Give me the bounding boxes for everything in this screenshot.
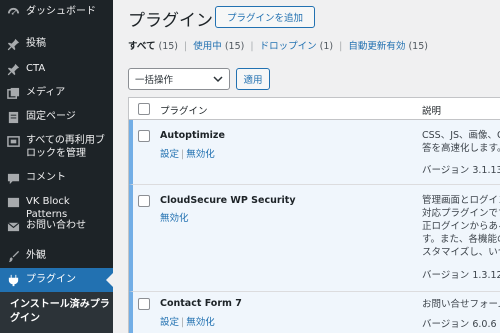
description-line: 対応プラグインです — [422, 208, 500, 219]
filter-all-count: (15) — [158, 41, 179, 52]
description-line: お問い合せフォーム — [422, 299, 500, 310]
reusable-block-icon — [6, 134, 20, 148]
sidebar-item-vk-block-patterns[interactable]: VK Block Patterns — [0, 195, 113, 220]
bulk-action-select[interactable]: 一括操作 — [128, 68, 230, 90]
filter-dropin-count: (1) — [319, 41, 334, 52]
column-header-plugin: プラグイン — [160, 106, 208, 117]
description-line: CSS、JS、画像、Go — [422, 130, 500, 141]
sidebar-item-label: 固定ページ — [26, 111, 76, 122]
table-row: Contact Form 7 設定 | 無効化 お問い合せフォーム バージョン 6.… — [129, 292, 500, 333]
add-plugin-button[interactable]: プラグインを追加 — [215, 6, 315, 28]
sidebar-item-label: メディア — [26, 87, 66, 98]
row-actions: 無効化 — [160, 210, 189, 224]
select-all-checkbox[interactable] — [138, 103, 150, 115]
sidebar-item-plugins[interactable]: プラグイン — [0, 268, 113, 292]
description-line: 正ログインからある — [422, 221, 500, 232]
bulk-action-value: 一括操作 — [135, 75, 174, 86]
filter-all[interactable]: すべて — [128, 41, 155, 52]
sidebar-item-label: CTA — [26, 63, 46, 74]
sidebar-item-dashboard[interactable]: ダッシュボード — [0, 5, 113, 19]
pushpin-icon — [6, 37, 20, 51]
plugin-status-filters: すべて (15) | 使用中 (15) | ドロップイン (1) | 自動更新有… — [128, 38, 428, 52]
main-content: プラグイン プラグインを追加 すべて (15) | 使用中 (15) | ドロッ… — [113, 0, 500, 333]
plugins-table: プラグイン 説明 Autoptimize 設定|無効化 CSS、JS、画像、Go… — [128, 97, 500, 333]
settings-link[interactable]: 設定 — [160, 317, 179, 328]
filter-autoupdate-count: (15) — [408, 41, 428, 52]
table-header: プラグイン 説明 — [129, 98, 500, 120]
apply-button[interactable]: 適用 — [236, 68, 270, 90]
sidebar-item-label: 外観 — [26, 250, 46, 261]
description-line: す。また、各機能の — [422, 234, 500, 245]
filter-autoupdate[interactable]: 自動更新有効 — [348, 41, 405, 52]
column-header-description: 説明 — [422, 106, 442, 117]
plugin-description: CSS、JS、画像、Go 答を高速化します。 — [422, 129, 500, 155]
filter-separator: | — [339, 41, 343, 52]
media-icon — [6, 86, 20, 100]
sidebar-item-label: ダッシュボード — [26, 6, 96, 17]
table-row: CloudSecure WP Security 無効化 管理画面とログイン 対応… — [129, 185, 500, 292]
description-line: 管理画面とログイン — [422, 195, 500, 206]
comment-icon — [6, 171, 20, 185]
sidebar-item-pages[interactable]: 固定ページ — [0, 110, 113, 124]
admin-sidebar: ダッシュボード 投稿 CTA メディア 固定ページ すべての再利用ブロックを管理 — [0, 0, 113, 333]
filter-separator: | — [184, 41, 188, 52]
deactivate-link[interactable]: 無効化 — [186, 149, 215, 160]
plugin-description: お問い合せフォーム — [422, 298, 500, 311]
table-row: Autoptimize 設定|無効化 CSS、JS、画像、Go 答を高速化します… — [129, 120, 500, 185]
sidebar-item-appearance[interactable]: 外観 — [0, 249, 113, 263]
plugin-name: Autoptimize — [160, 130, 225, 141]
deactivate-link[interactable]: 無効化 — [160, 213, 189, 224]
block-patterns-icon — [6, 195, 20, 209]
plugin-name: CloudSecure WP Security — [160, 195, 296, 206]
plugin-description: 管理画面とログイン 対応プラグインです 正ログインからある す。また、各機能の … — [422, 194, 500, 259]
pushpin-icon — [6, 62, 20, 76]
plugin-version: バージョン 3.1.13 | — [422, 165, 500, 176]
action-separator: | — [181, 149, 185, 160]
sidebar-item-media[interactable]: メディア — [0, 86, 113, 100]
plugins-submenu: インストール済みプラグイン — [0, 292, 113, 333]
brush-icon — [6, 249, 20, 263]
filter-active-count: (15) — [224, 41, 245, 52]
deactivate-link[interactable]: 無効化 — [186, 317, 215, 328]
sidebar-item-label: すべての再利用ブロックを管理 — [26, 135, 105, 159]
sidebar-item-label: コメント — [26, 172, 66, 183]
plugin-version: バージョン 1.3.12 | — [422, 270, 500, 281]
sidebar-item-label: お問い合わせ — [26, 220, 86, 231]
mail-icon — [6, 219, 20, 233]
description-line: 答を高速化します。 — [422, 143, 500, 154]
page-icon — [6, 110, 20, 124]
chevron-down-icon — [213, 76, 223, 83]
submenu-item-installed-plugins[interactable]: インストール済みプラグイン — [10, 298, 110, 326]
row-actions: 設定 | 無効化 — [160, 146, 215, 160]
page-title: プラグイン — [128, 11, 213, 31]
row-checkbox[interactable] — [138, 298, 150, 310]
row-checkbox[interactable] — [138, 130, 150, 142]
dashboard-icon — [6, 5, 20, 19]
filter-dropin[interactable]: ドロップイン — [260, 41, 317, 52]
active-menu-arrow — [106, 273, 113, 287]
row-checkbox[interactable] — [138, 195, 150, 207]
sidebar-item-label: プラグイン — [26, 274, 76, 285]
sidebar-item-label: VK Block Patterns — [26, 196, 70, 220]
sidebar-item-reusable-blocks[interactable]: すべての再利用ブロックを管理 — [0, 134, 113, 162]
plugin-version: バージョン 6.0.6 | — [422, 319, 500, 330]
sidebar-item-posts[interactable]: 投稿 — [0, 37, 113, 51]
sidebar-item-cta[interactable]: CTA — [0, 62, 113, 76]
settings-link[interactable]: 設定 — [160, 149, 179, 160]
sidebar-item-comments[interactable]: コメント — [0, 171, 113, 185]
filter-active[interactable]: 使用中 — [193, 41, 222, 52]
sidebar-item-label: 投稿 — [26, 38, 46, 49]
sidebar-item-contact[interactable]: お問い合わせ — [0, 219, 113, 233]
filter-separator: | — [250, 41, 254, 52]
description-line: スタマイズし、いつ — [422, 247, 500, 258]
row-actions: 設定 | 無効化 — [160, 314, 215, 328]
action-separator: | — [181, 317, 185, 328]
plugin-name: Contact Form 7 — [160, 298, 242, 309]
plugin-icon — [6, 273, 20, 287]
